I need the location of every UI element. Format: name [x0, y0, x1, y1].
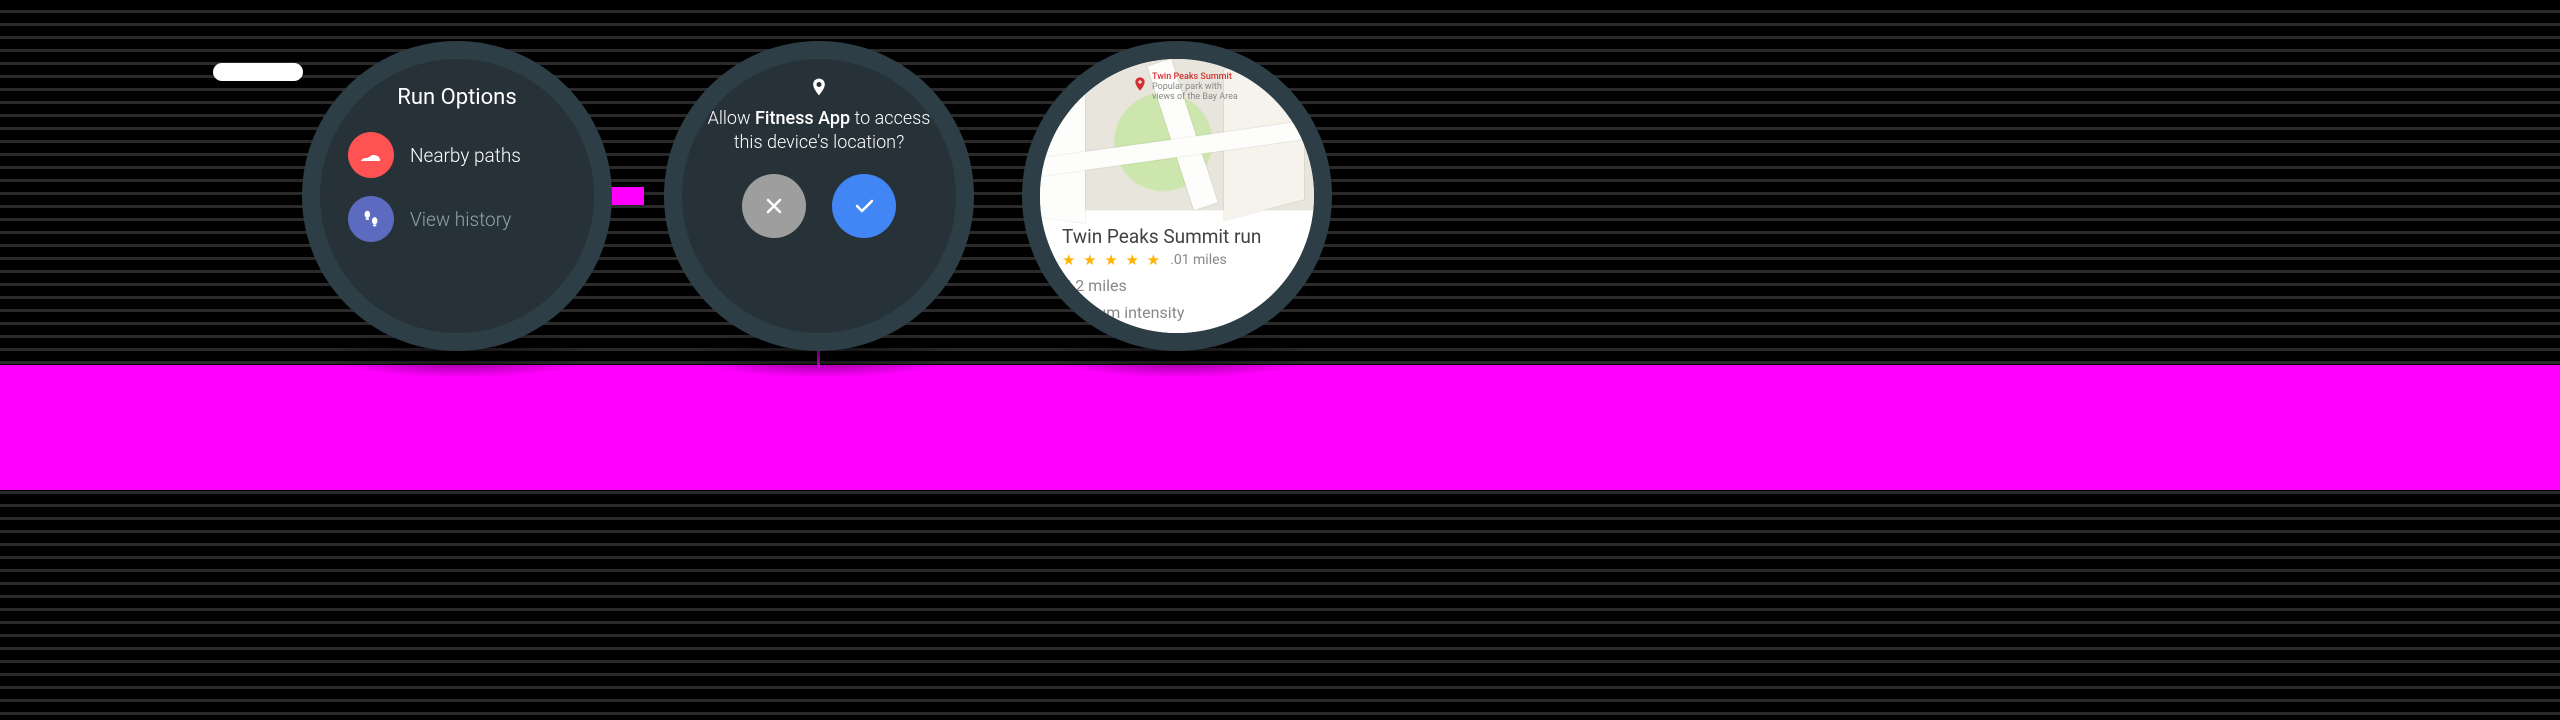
option-view-history[interactable]: View history: [348, 196, 594, 242]
watch-face: Run Options Nearby paths View history: [320, 59, 594, 333]
map-pin-label: Twin Peaks Summit Popular park with view…: [1152, 73, 1238, 103]
result-title: Twin Peaks Summit run: [1062, 225, 1292, 248]
map-pin-subtitle: views of the Bay Area: [1152, 93, 1238, 103]
permission-pre: Allow: [708, 108, 755, 129]
screen-title: Run Options: [320, 85, 594, 110]
permission-app-name: Fitness App: [755, 108, 850, 129]
close-icon: [762, 194, 786, 218]
map-road: [1040, 66, 1085, 223]
footsteps-icon: [348, 196, 394, 242]
map-view[interactable]: Twin Peaks Summit Popular park with view…: [1040, 59, 1314, 210]
option-label: View history: [410, 208, 511, 231]
white-pill-decoration: [213, 63, 303, 81]
result-card[interactable]: Twin Peaks Summit run ★ ★ ★ ★ ★ .01 mile…: [1040, 210, 1314, 333]
result-intensity: Medium intensity: [1062, 302, 1292, 324]
allow-button[interactable]: [832, 174, 896, 238]
deny-button[interactable]: [742, 174, 806, 238]
result-distance-short: .01 miles: [1170, 252, 1227, 268]
result-rating: ★ ★ ★ ★ ★ .01 miles: [1062, 251, 1292, 269]
map-pin-icon: [1132, 74, 1148, 98]
result-distance-long: 5.2 miles: [1062, 275, 1292, 297]
location-pin-icon: [682, 75, 956, 103]
watch-face: Allow Fitness App to access this device'…: [682, 59, 956, 333]
options-list: Nearby paths View history: [320, 132, 594, 242]
highlight-bar: [0, 365, 2560, 490]
permission-buttons: [682, 174, 956, 238]
shoe-icon: [348, 132, 394, 178]
option-nearby-paths[interactable]: Nearby paths: [348, 132, 594, 178]
watch-permission-dialog: Allow Fitness App to access this device'…: [664, 41, 974, 351]
watch-map-result: Twin Peaks Summit Popular park with view…: [1022, 41, 1332, 351]
watch-run-options: Run Options Nearby paths View history: [302, 41, 612, 351]
option-label: Nearby paths: [410, 144, 521, 167]
star-icon: ★ ★ ★ ★ ★: [1062, 251, 1162, 269]
check-icon: [852, 194, 876, 218]
watch-face: Twin Peaks Summit Popular park with view…: [1040, 59, 1314, 333]
permission-text: Allow Fitness App to access this device'…: [682, 107, 956, 156]
